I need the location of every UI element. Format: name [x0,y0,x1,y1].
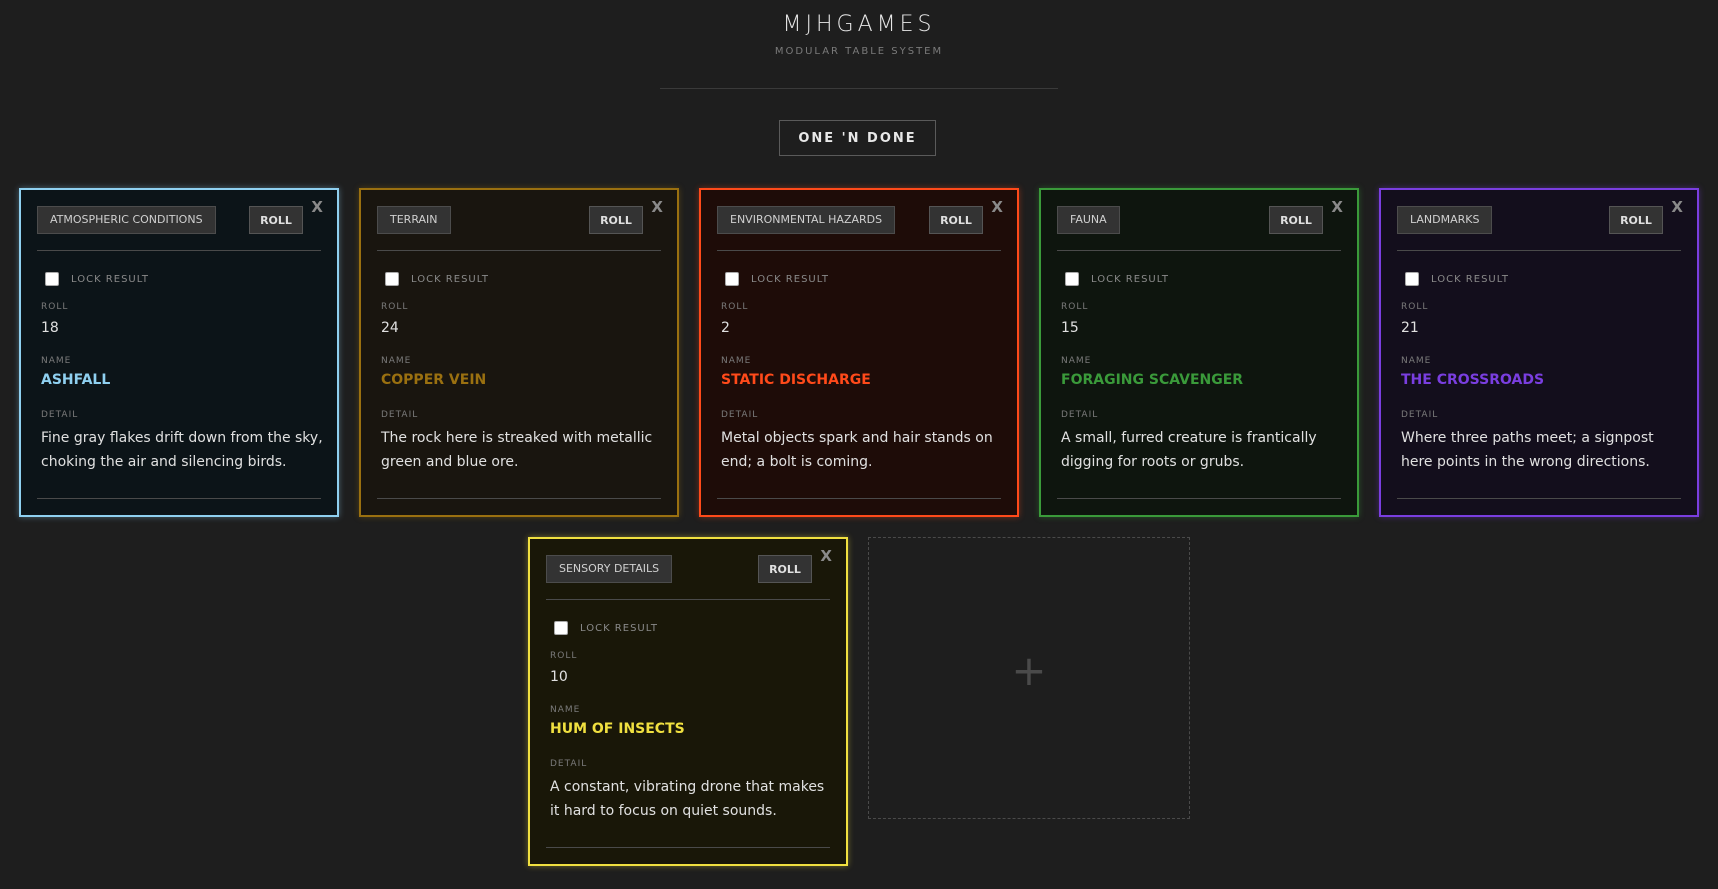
roll-label: ROLL [1401,302,1429,312]
lock-result-label: LOCK RESULT [411,274,490,285]
name-label: NAME [381,356,412,366]
roll-value: 15 [1061,320,1079,336]
card-divider [37,498,321,499]
card-divider [1057,250,1341,251]
brand-subtitle: MODULAR TABLE SYSTEM [774,46,944,57]
one-n-done-button[interactable]: ONE 'N DONE [779,120,936,156]
roll-label: ROLL [721,302,749,312]
table-card: SENSORY DETAILS ROLL X LOCK RESULT ROLL … [528,537,848,866]
lock-result-label: LOCK RESULT [580,623,659,634]
roll-label: ROLL [41,302,69,312]
lock-result-checkbox[interactable] [1405,272,1419,286]
table-selector-chip[interactable]: LANDMARKS [1397,206,1493,234]
result-name: FORAGING SCAVENGER [1061,372,1244,388]
result-detail: Fine gray flakes drift down from the sky… [41,430,323,470]
name-label: NAME [41,356,72,366]
plus-icon: + [1011,646,1047,695]
header-divider [660,88,1058,89]
roll-value: 21 [1401,320,1419,336]
table-selector-chip[interactable]: SENSORY DETAILS [546,555,673,583]
lock-result-label: LOCK RESULT [1431,274,1510,285]
result-detail: A constant, vibrating drone that makes i… [550,779,825,819]
roll-button[interactable]: ROLL [1269,206,1323,234]
lock-result-label: LOCK RESULT [1091,274,1170,285]
table-selector-chip[interactable]: FAUNA [1057,206,1120,234]
table-card: ENVIRONMENTAL HAZARDS ROLL X LOCK RESULT… [699,188,1019,517]
add-table-slot[interactable]: + [868,537,1190,819]
roll-value: 10 [550,669,568,685]
table-selector-chip[interactable]: ATMOSPHERIC CONDITIONS [37,206,216,234]
card-divider [546,599,830,600]
roll-button[interactable]: ROLL [589,206,643,234]
close-card-button[interactable]: X [991,198,1003,216]
card-divider [1057,498,1341,499]
detail-label: DETAIL [721,410,759,420]
lock-result-label: LOCK RESULT [71,274,150,285]
close-card-button[interactable]: X [311,198,323,216]
table-card: FAUNA ROLL X LOCK RESULT ROLL 15 NAME FO… [1039,188,1359,517]
result-detail: Where three paths meet; a signpost here … [1401,430,1654,470]
table-selector-chip[interactable]: ENVIRONMENTAL HAZARDS [717,206,896,234]
table-card: TERRAIN ROLL X LOCK RESULT ROLL 24 NAME … [359,188,679,517]
card-divider [1397,498,1681,499]
card-divider [37,250,321,251]
detail-label: DETAIL [550,759,588,769]
roll-value: 2 [721,320,730,336]
detail-label: DETAIL [1061,410,1099,420]
lock-result-label: LOCK RESULT [751,274,830,285]
result-name: HUM OF INSECTS [550,721,685,737]
detail-label: DETAIL [1401,410,1439,420]
lock-result-checkbox[interactable] [554,621,568,635]
name-label: NAME [1061,356,1092,366]
card-divider [377,250,661,251]
name-label: NAME [550,705,581,715]
brand-title: MJHGAMES [782,12,936,37]
table-selector-chip[interactable]: TERRAIN [377,206,451,234]
roll-label: ROLL [1061,302,1089,312]
result-detail: A small, furred creature is frantically … [1061,430,1317,470]
result-name: COPPER VEIN [381,372,487,388]
close-card-button[interactable]: X [651,198,663,216]
lock-result-checkbox[interactable] [725,272,739,286]
roll-label: ROLL [550,651,578,661]
roll-value: 24 [381,320,399,336]
table-card: LANDMARKS ROLL X LOCK RESULT ROLL 21 NAM… [1379,188,1699,517]
roll-button[interactable]: ROLL [249,206,303,234]
result-name: ASHFALL [41,372,111,388]
result-detail: Metal objects spark and hair stands on e… [721,430,993,470]
result-detail: The rock here is streaked with metallic … [381,430,653,470]
detail-label: DETAIL [41,410,79,420]
name-label: NAME [721,356,752,366]
result-name: STATIC DISCHARGE [721,372,871,388]
detail-label: DETAIL [381,410,419,420]
lock-result-checkbox[interactable] [45,272,59,286]
close-card-button[interactable]: X [1671,198,1683,216]
roll-button[interactable]: ROLL [758,555,812,583]
card-divider [546,847,830,848]
close-card-button[interactable]: X [820,547,832,565]
card-divider [717,498,1001,499]
table-card: ATMOSPHERIC CONDITIONS ROLL X LOCK RESUL… [19,188,339,517]
lock-result-checkbox[interactable] [1065,272,1079,286]
roll-label: ROLL [381,302,409,312]
result-name: THE CROSSROADS [1401,372,1545,388]
roll-value: 18 [41,320,59,336]
roll-button[interactable]: ROLL [1609,206,1663,234]
card-divider [717,250,1001,251]
name-label: NAME [1401,356,1432,366]
roll-button[interactable]: ROLL [929,206,983,234]
card-divider [377,498,661,499]
close-card-button[interactable]: X [1331,198,1343,216]
lock-result-checkbox[interactable] [385,272,399,286]
card-divider [1397,250,1681,251]
